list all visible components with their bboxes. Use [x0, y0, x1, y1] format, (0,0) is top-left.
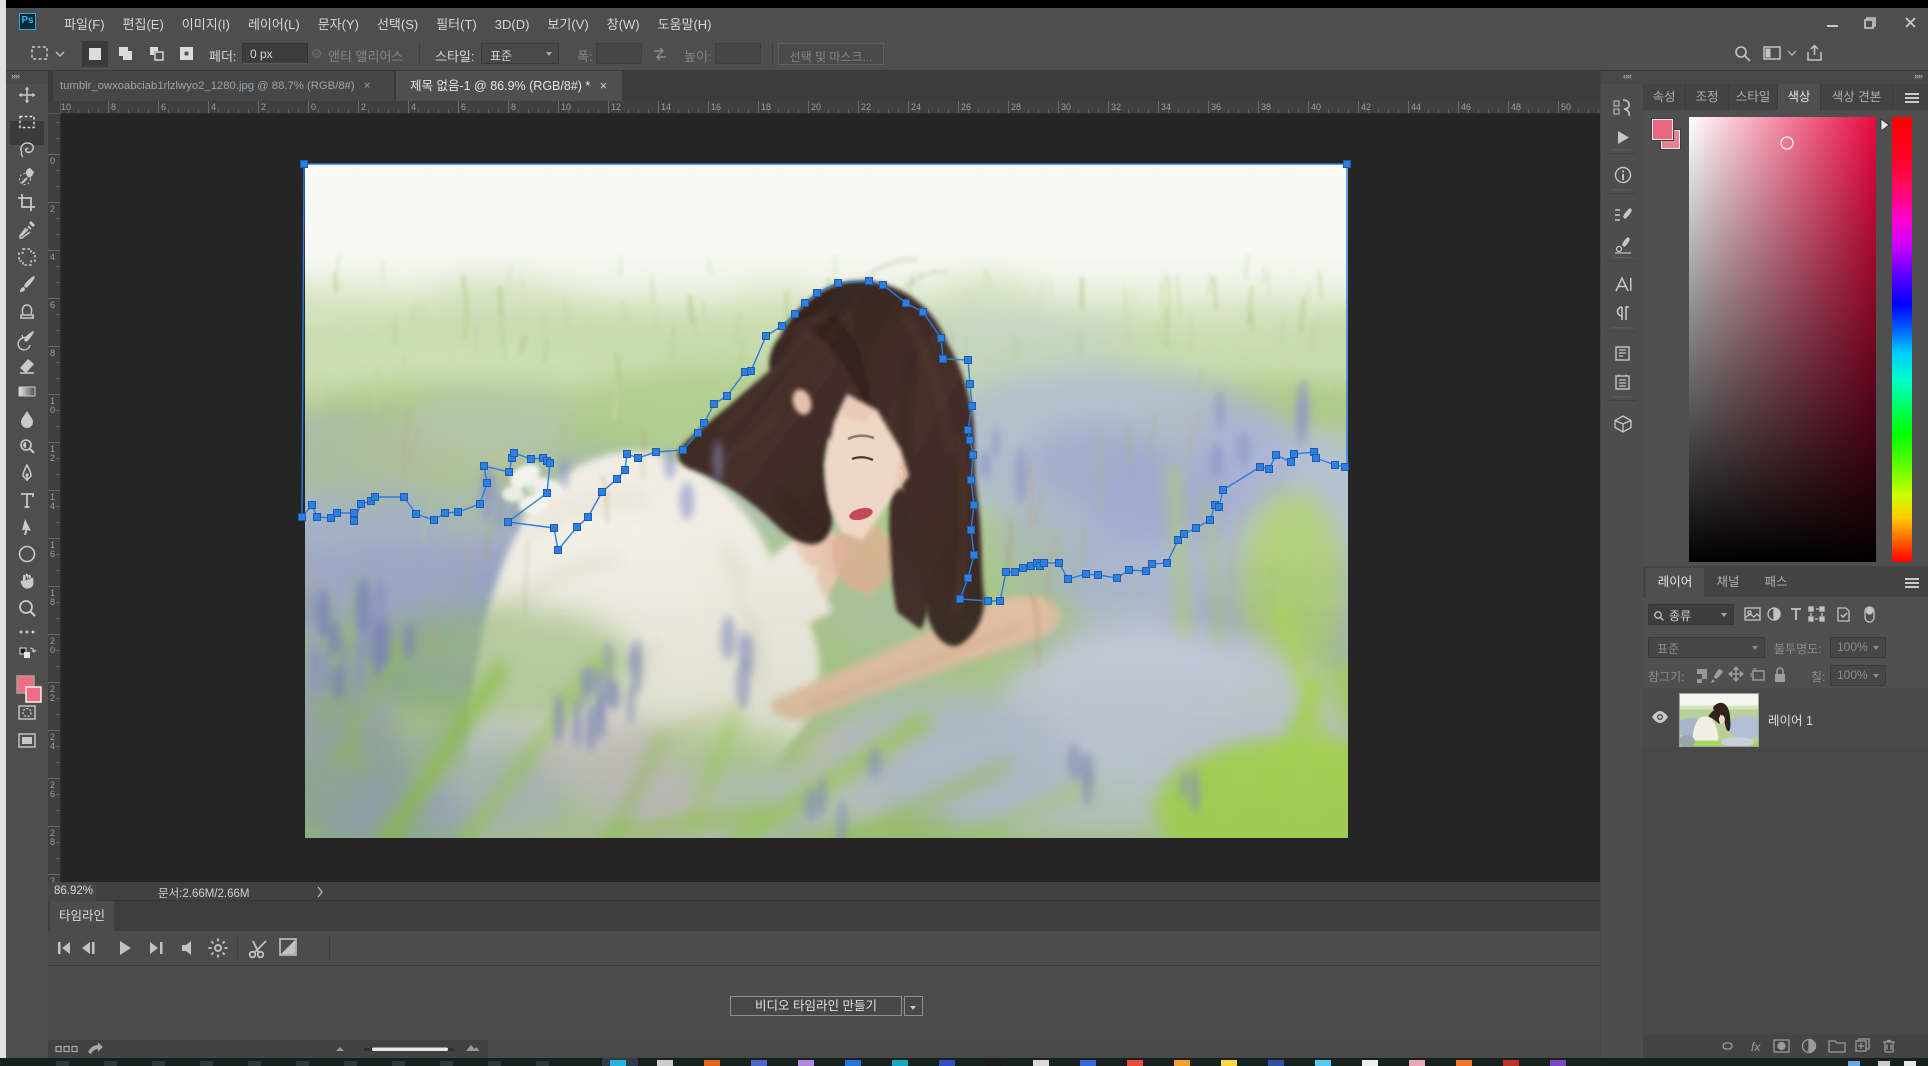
- svg-text:2: 2: [261, 102, 266, 112]
- svg-text:0: 0: [50, 156, 55, 166]
- svg-text:32: 32: [1111, 102, 1121, 112]
- svg-text:18: 18: [761, 102, 771, 112]
- svg-text:4: 4: [50, 501, 55, 511]
- svg-text:2: 2: [361, 102, 366, 112]
- svg-text:16: 16: [711, 102, 721, 112]
- svg-text:4: 4: [50, 741, 55, 751]
- svg-text:46: 46: [1461, 102, 1471, 112]
- svg-text:14: 14: [661, 102, 671, 112]
- svg-text:6: 6: [161, 102, 166, 112]
- svg-text:2: 2: [50, 114, 55, 116]
- svg-text:6: 6: [461, 102, 466, 112]
- svg-text:fx: fx: [1751, 1040, 1761, 1054]
- svg-text:8: 8: [50, 597, 55, 607]
- svg-text:4: 4: [50, 252, 55, 262]
- svg-text:10: 10: [561, 102, 571, 112]
- svg-text:38: 38: [1261, 102, 1271, 112]
- svg-text:6: 6: [50, 300, 55, 310]
- svg-text:0: 0: [50, 645, 55, 655]
- svg-text:12: 12: [611, 102, 621, 112]
- svg-text:6: 6: [50, 549, 55, 559]
- svg-text:24: 24: [911, 102, 921, 112]
- svg-text:4: 4: [411, 102, 416, 112]
- svg-text:8: 8: [111, 102, 116, 112]
- svg-text:2: 2: [50, 453, 55, 463]
- svg-text:4: 4: [211, 102, 216, 112]
- svg-text:48: 48: [1511, 102, 1521, 112]
- svg-text:8: 8: [50, 348, 55, 358]
- svg-text:10: 10: [61, 102, 71, 112]
- svg-text:44: 44: [1411, 102, 1421, 112]
- svg-text:34: 34: [1161, 102, 1171, 112]
- svg-text:22: 22: [861, 102, 871, 112]
- svg-text:6: 6: [50, 789, 55, 799]
- svg-text:50: 50: [1561, 102, 1571, 112]
- svg-text:40: 40: [1311, 102, 1321, 112]
- svg-text:20: 20: [811, 102, 821, 112]
- svg-text:0: 0: [311, 102, 316, 112]
- svg-text:2: 2: [50, 204, 55, 214]
- svg-text:2: 2: [50, 693, 55, 703]
- svg-text:30: 30: [1061, 102, 1071, 112]
- svg-text:8: 8: [511, 102, 516, 112]
- svg-text:8: 8: [50, 837, 55, 847]
- svg-text:26: 26: [961, 102, 971, 112]
- svg-text:28: 28: [1011, 102, 1021, 112]
- svg-text:0: 0: [50, 405, 55, 415]
- svg-text:42: 42: [1361, 102, 1371, 112]
- svg-text:36: 36: [1211, 102, 1221, 112]
